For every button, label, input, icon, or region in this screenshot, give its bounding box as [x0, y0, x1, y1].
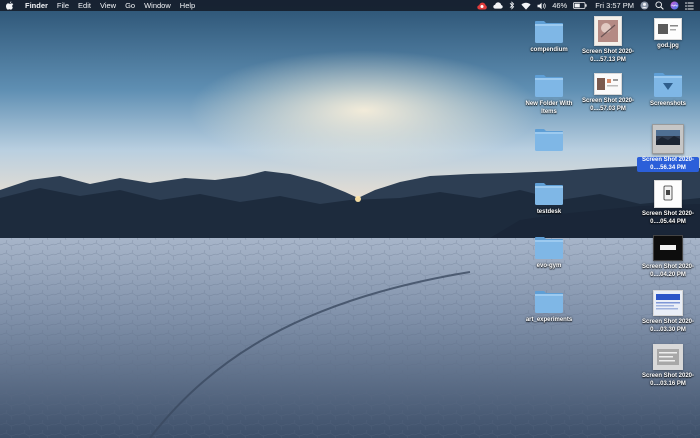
creative-cloud-icon[interactable] [477, 0, 488, 11]
screenshot-thumbnail [652, 124, 684, 154]
file-screenshot-04-20[interactable]: Screen Shot 2020-0....04.20 PM [640, 235, 696, 279]
folder-unnamed[interactable] [521, 128, 577, 155]
file-screenshot-57-13[interactable]: Screen Shot 2020-0....57.13 PM [580, 16, 636, 64]
file-label: god.jpg [657, 43, 679, 49]
apple-menu-icon[interactable] [6, 0, 15, 11]
screenshot-thumbnail [653, 290, 683, 316]
screenshot-thumbnail [594, 16, 622, 46]
menu-go[interactable]: Go [125, 0, 135, 11]
file-label: Screen Shot 2020-0....57.13 PM [581, 49, 635, 63]
file-screenshot-03-30[interactable]: Screen Shot 2020-0....03.30 PM [640, 290, 696, 334]
menu-help[interactable]: Help [180, 0, 195, 11]
menu-edit[interactable]: Edit [78, 0, 91, 11]
folder-label: evo-gym [536, 263, 562, 269]
desktop-wallpaper [0, 0, 700, 438]
screenshot-thumbnail [594, 73, 622, 95]
screenshot-thumbnail [653, 344, 683, 370]
downloads-folder-icon [653, 72, 683, 98]
file-god-jpg[interactable]: god.jpg [640, 18, 696, 51]
file-label: Screen Shot 2020-0....57.03 PM [581, 98, 635, 112]
file-label: Screen Shot 2020-0....04.20 PM [641, 264, 695, 278]
volume-icon[interactable] [537, 0, 546, 11]
wifi-icon[interactable] [521, 0, 531, 11]
folder-label: testdesk [536, 209, 562, 215]
folder-icon [534, 20, 564, 44]
file-label: Screen Shot 2020-0....03.30 PM [641, 319, 695, 333]
screenshot-thumbnail [654, 180, 682, 208]
folder-evo-gym[interactable]: evo-gym [521, 236, 577, 271]
file-label: Screenshots [649, 101, 686, 107]
menu-window[interactable]: Window [144, 0, 171, 11]
file-screenshot-05-44[interactable]: Screen Shot 2020-0....05.44 PM [640, 180, 696, 226]
menu-view[interactable]: View [100, 0, 116, 11]
cloud-icon[interactable] [493, 0, 503, 11]
folder-icon [534, 182, 564, 206]
file-screenshot-57-03[interactable]: Screen Shot 2020-0....57.03 PM [580, 73, 636, 113]
folder-icon [534, 290, 564, 314]
bluetooth-icon[interactable] [509, 0, 515, 11]
image-thumbnail [654, 18, 682, 40]
siri-icon[interactable] [670, 0, 679, 11]
folder-icon [534, 128, 564, 152]
folder-label: New Folder With Items [525, 101, 573, 115]
menu-finder[interactable]: Finder [25, 0, 48, 11]
file-label: Screen Shot 2020-0....05.44 PM [641, 211, 695, 225]
folder-icon [534, 74, 564, 98]
folder-label: compendium [530, 47, 568, 53]
battery-percent: 46% [552, 1, 568, 10]
folder-icon [534, 236, 564, 260]
menu-clock[interactable]: Fri 3:57 PM [595, 0, 634, 11]
file-label: Screen Shot 2020-0....03.16 PM [641, 373, 695, 387]
menu-file[interactable]: File [57, 0, 69, 11]
file-screenshot-03-16[interactable]: Screen Shot 2020-0....03.16 PM [640, 344, 696, 388]
status-area: 46% Fri 3:57 PM [471, 0, 700, 11]
user-avatar-icon[interactable] [640, 0, 649, 11]
battery-icon[interactable] [573, 0, 587, 11]
spotlight-icon[interactable] [655, 0, 664, 11]
file-label: Screen Shot 2020-0....56.34 PM [637, 157, 699, 172]
folder-label: art_experiments [525, 317, 573, 323]
folder-new-folder-with-items[interactable]: New Folder With Items [521, 74, 577, 116]
folder-screenshots[interactable]: Screenshots [640, 72, 696, 109]
notification-center-icon[interactable] [685, 0, 694, 11]
folder-compendium[interactable]: compendium [521, 20, 577, 55]
folder-art-experiments[interactable]: art_experiments [521, 290, 577, 325]
menu-bar: Finder File Edit View Go Window Help 46%… [0, 0, 700, 11]
folder-testdesk[interactable]: testdesk [521, 182, 577, 217]
file-screenshot-56-34[interactable]: Screen Shot 2020-0....56.34 PM [637, 124, 699, 172]
screenshot-thumbnail [653, 235, 683, 261]
